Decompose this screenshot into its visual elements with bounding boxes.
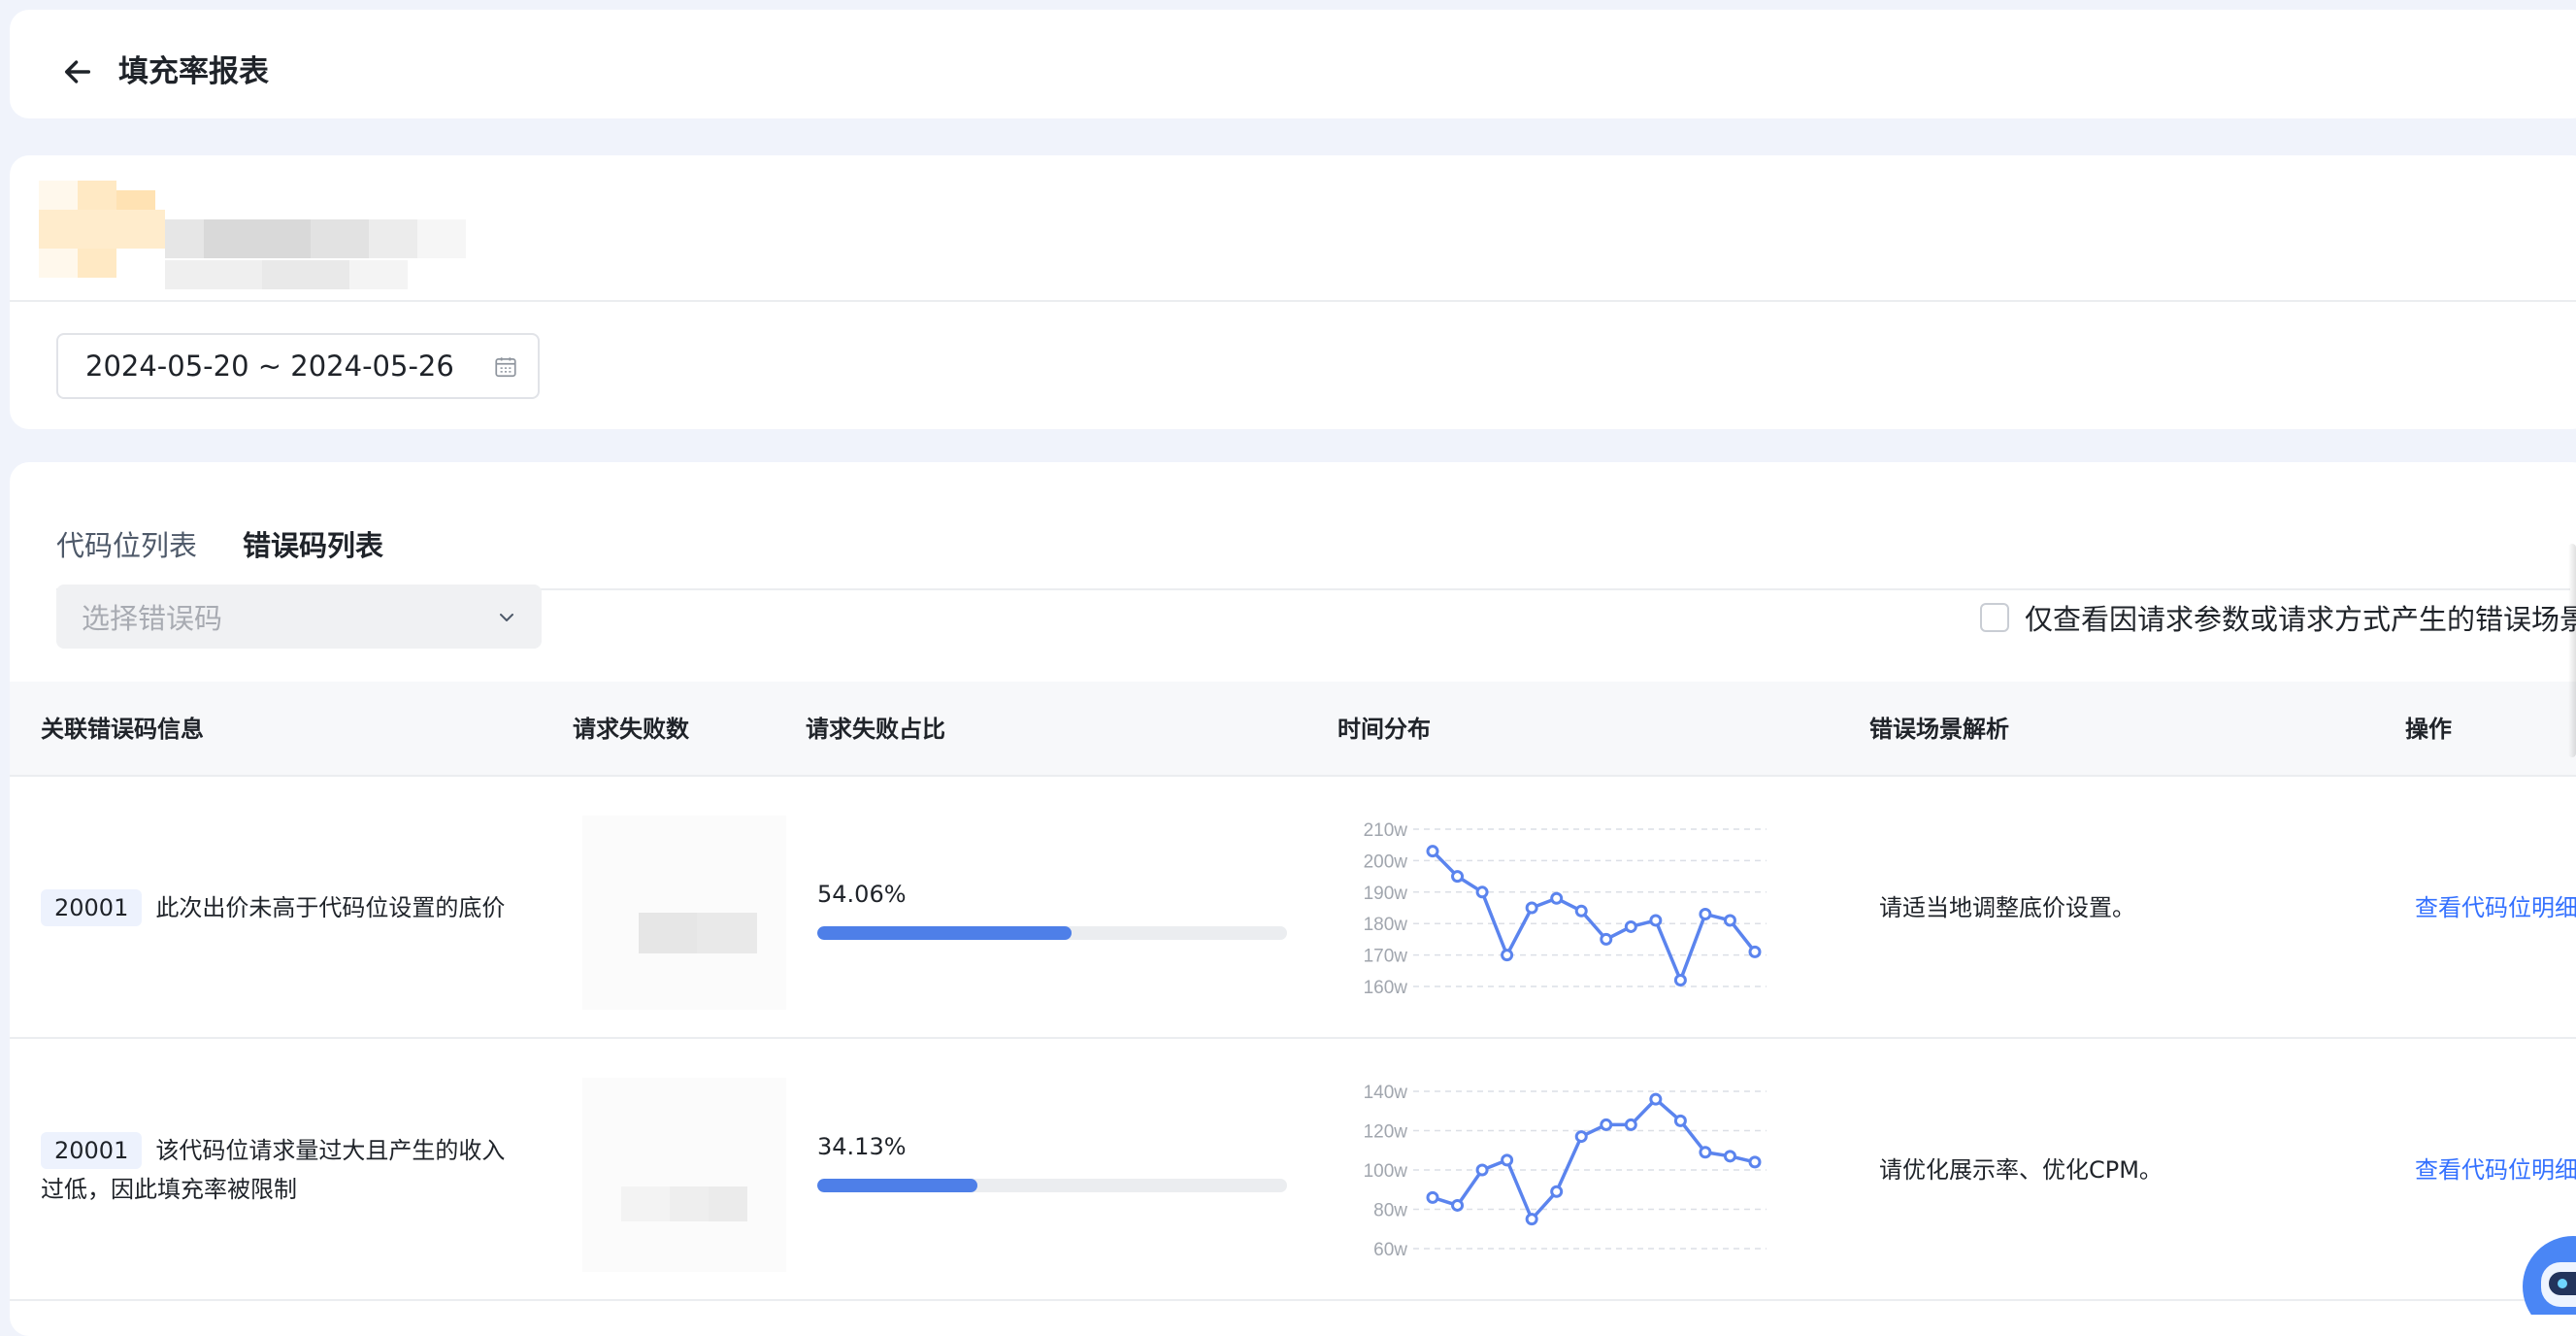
error-code-badge: 20001 [41, 1132, 143, 1169]
fail-ratio-cell: 54.06% [817, 878, 1287, 940]
col-error-info: 关联错误码信息 [41, 716, 204, 743]
data-point [1600, 932, 1613, 946]
view-slot-detail-link[interactable]: 查看代码位明细 [2415, 888, 2576, 927]
param-error-checkbox[interactable] [1980, 603, 2009, 632]
view-slot-detail-link[interactable]: 查看代码位明细 [2415, 1151, 2576, 1189]
data-point [1649, 914, 1663, 927]
error-code-select[interactable]: 选择错误码 [56, 584, 542, 649]
data-point [1574, 904, 1588, 918]
tab-ad-slot-list[interactable]: 代码位列表 [56, 526, 197, 565]
chevron-down-icon [500, 614, 513, 621]
y-tick-label: 200w [1364, 852, 1408, 872]
arrow-left-icon [64, 60, 91, 84]
redacted-app-info [39, 181, 466, 289]
y-tick-label: 210w [1364, 820, 1408, 841]
error-code-select-placeholder: 选择错误码 [82, 602, 223, 635]
data-point [1550, 1185, 1564, 1198]
data-point [1525, 901, 1538, 915]
y-tick-label: 190w [1364, 884, 1408, 904]
data-point [1451, 1198, 1465, 1212]
y-tick-label: 60w [1373, 1240, 1407, 1260]
col-fail-ratio: 请求失败占比 [806, 716, 945, 743]
data-point [1673, 974, 1687, 987]
fail-ratio-bar [817, 1179, 1287, 1192]
data-point [1501, 1153, 1514, 1167]
page-header: 填充率报表 [10, 10, 2576, 118]
page-title: 填充率报表 [118, 54, 269, 89]
data-point [1624, 919, 1637, 933]
robot-icon [2523, 1236, 2576, 1315]
data-point [1550, 891, 1564, 905]
y-tick-label: 120w [1364, 1122, 1408, 1143]
param-error-filter[interactable]: 仅查看因请求参数或请求方式产生的错误场景 [1980, 598, 2576, 637]
error-info-cell: 20001 该代码位请求量过大且产生的收入过低，因此填充率被限制 [41, 1131, 526, 1209]
redacted-fail-count [582, 1078, 786, 1272]
data-point [1673, 1114, 1687, 1127]
data-point [1501, 949, 1514, 962]
calendar-icon [495, 357, 516, 378]
data-point [1475, 885, 1489, 899]
data-point [1723, 914, 1736, 927]
y-tick-label: 140w [1364, 1083, 1408, 1103]
y-tick-label: 170w [1364, 947, 1408, 967]
divider [10, 300, 2576, 302]
fail-ratio-bar-fill [817, 926, 1072, 940]
table-header: 关联错误码信息 请求失败数 请求失败占比 时间分布 错误场景解析 操作 [10, 682, 2576, 777]
error-code-badge: 20001 [41, 889, 143, 926]
time-distribution-chart: 140w 120w 100w 80w 60w [1364, 1083, 1767, 1260]
back-button[interactable] [58, 52, 97, 91]
data-point [1426, 845, 1439, 858]
fail-ratio-cell: 34.13% [817, 1130, 1287, 1192]
table-row: 20001 此次出价未高于代码位设置的底价 54.06% 210w 200w 190w… [10, 777, 2576, 1039]
error-info-cell: 20001 此次出价未高于代码位设置的底价 [41, 888, 526, 927]
data-point [1451, 870, 1465, 884]
col-actions: 操作 [2405, 716, 2452, 743]
error-code-card: 代码位列表 错误码列表 选择错误码 仅查看因请求参数或请求方式产生的错误场景 关… [10, 462, 2576, 1336]
redacted-fail-count [582, 816, 786, 1010]
time-distribution-chart: 210w 200w 190w 180w 170w 160w [1364, 820, 1767, 998]
y-tick-label: 80w [1373, 1201, 1407, 1221]
data-point [1600, 1118, 1613, 1131]
param-error-checkbox-label: 仅查看因请求参数或请求方式产生的错误场景 [2025, 603, 2576, 636]
col-fail-count: 请求失败数 [573, 716, 689, 743]
fail-ratio-value: 34.13% [817, 1133, 907, 1160]
col-time-distribution: 时间分布 [1338, 716, 1431, 743]
assistant-bot-button[interactable] [2520, 1233, 2576, 1315]
scenario-analysis: 请适当地调整底价设置。 [1879, 894, 2135, 921]
scroll-shadow [2568, 544, 2576, 757]
error-desc: 此次出价未高于代码位设置的底价 [155, 894, 506, 921]
date-range-picker[interactable]: 2024-05-20 ~ 2024-05-26 [56, 333, 540, 399]
data-point [1574, 1130, 1588, 1144]
fail-ratio-bar [817, 926, 1287, 940]
y-tick-label: 180w [1364, 915, 1408, 935]
col-scenario-analysis: 错误场景解析 [1869, 716, 2009, 743]
data-point [1525, 1213, 1538, 1226]
data-point [1426, 1190, 1439, 1204]
tab-error-code-list[interactable]: 错误码列表 [243, 526, 383, 565]
data-point [1475, 1163, 1489, 1177]
date-range-value: 2024-05-20 ~ 2024-05-26 [85, 350, 454, 383]
data-point [1624, 1118, 1637, 1131]
y-tick-label: 160w [1364, 978, 1408, 998]
data-point [1699, 1146, 1712, 1159]
tab-bar: 代码位列表 错误码列表 [56, 501, 2570, 590]
data-point [1748, 1155, 1762, 1169]
table-row: 20001 该代码位请求量过大且产生的收入过低，因此填充率被限制 34.13% 1… [10, 1039, 2576, 1301]
filter-card: 2024-05-20 ~ 2024-05-26 [10, 155, 2576, 429]
series-line [1432, 1097, 1756, 1221]
data-point [1723, 1150, 1736, 1163]
fail-ratio-bar-fill [817, 1179, 978, 1192]
scenario-analysis: 请优化展示率、优化CPM。 [1879, 1156, 2163, 1184]
data-point [1699, 907, 1712, 920]
y-tick-label: 100w [1364, 1161, 1408, 1182]
data-point [1748, 945, 1762, 958]
fail-ratio-value: 54.06% [817, 881, 907, 908]
data-point [1649, 1092, 1663, 1106]
